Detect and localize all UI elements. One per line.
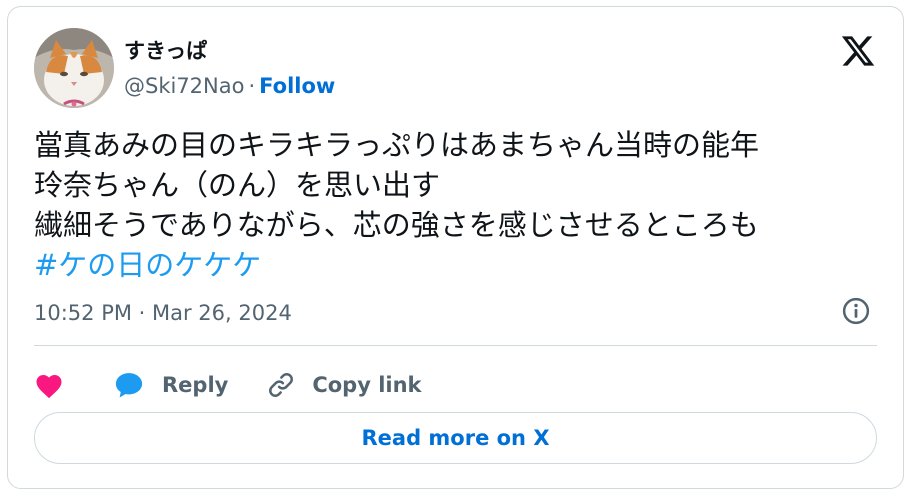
divider bbox=[34, 345, 877, 346]
hashtag-link[interactable]: #ケの日のケケケ bbox=[34, 248, 261, 282]
copy-link-label: Copy link bbox=[312, 373, 422, 397]
read-more-button[interactable]: Read more on X bbox=[34, 412, 877, 464]
reply-label: Reply bbox=[162, 373, 229, 397]
copy-link-button[interactable]: Copy link bbox=[266, 370, 422, 400]
handle-row: @Ski72Nao · Follow bbox=[124, 74, 335, 98]
follow-link[interactable]: Follow bbox=[259, 74, 335, 98]
tweet-text: 當真あみの目のキラキラっぷりはあまちゃん当時の能年 玲奈ちゃん（のん）を思い出す… bbox=[34, 125, 884, 285]
link-icon bbox=[269, 373, 294, 397]
heart-icon bbox=[36, 375, 62, 399]
x-logo-icon[interactable] bbox=[839, 33, 877, 69]
tweet-text-line: 當真あみの目のキラキラっぷりはあまちゃん当時の能年 bbox=[34, 128, 760, 162]
speech-bubble-icon bbox=[115, 373, 143, 398]
like-button[interactable] bbox=[34, 371, 64, 399]
info-icon[interactable] bbox=[841, 296, 871, 326]
action-bar: Reply Copy link bbox=[34, 363, 422, 407]
avatar[interactable] bbox=[34, 28, 114, 108]
reply-button[interactable]: Reply bbox=[114, 371, 228, 399]
read-more-label: Read more on X bbox=[361, 426, 550, 450]
user-handle[interactable]: @Ski72Nao bbox=[124, 74, 244, 98]
tweet-card: すきっぱ @Ski72Nao · Follow 當真あみの目のキラキラっぷりはあまち… bbox=[7, 6, 904, 489]
handle-separator: · bbox=[248, 74, 256, 98]
cat-avatar-image bbox=[34, 28, 114, 108]
tweet-text-line: 繊細そうでありながら、芯の強さを感じさせるところも bbox=[34, 208, 759, 242]
tweet-timestamp[interactable]: 10:52 PM · Mar 26, 2024 bbox=[34, 301, 292, 325]
display-name[interactable]: すきっぱ bbox=[124, 35, 207, 65]
tweet-text-line: 玲奈ちゃん（のん）を思い出す bbox=[34, 168, 441, 202]
